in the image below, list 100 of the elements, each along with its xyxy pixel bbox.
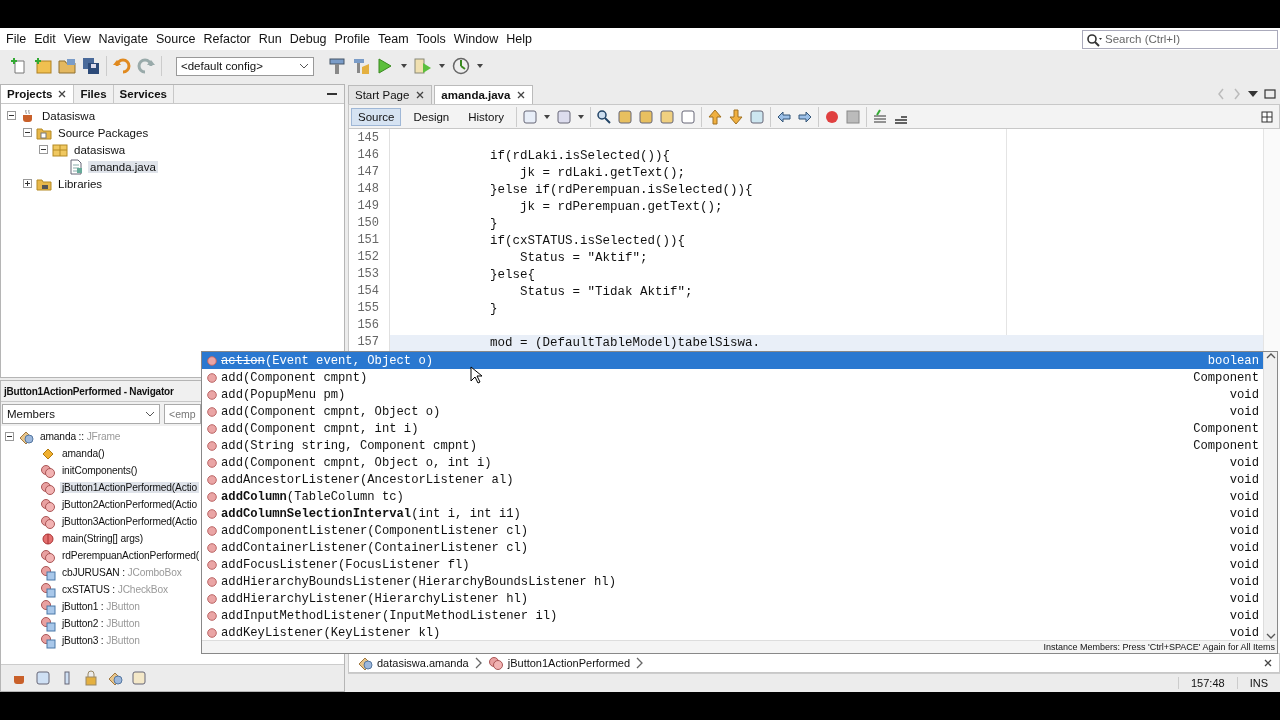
caret-icon[interactable] bbox=[543, 112, 552, 121]
menu-item[interactable]: Refactor bbox=[199, 32, 255, 46]
insert-mode: INS bbox=[1236, 677, 1280, 689]
dropdown-icon[interactable] bbox=[1248, 89, 1258, 99]
tree-item[interactable]: rdPerempuanActionPerformed( bbox=[60, 550, 201, 561]
gauge-icon[interactable] bbox=[452, 57, 470, 75]
collapse-icon[interactable] bbox=[23, 127, 32, 137]
magnifier-icon[interactable] bbox=[596, 108, 613, 125]
tree-item[interactable]: datasiswa bbox=[72, 143, 128, 156]
caret-icon[interactable] bbox=[400, 62, 408, 70]
tree-item[interactable]: jButton3ActionPerformed(Actio bbox=[60, 516, 199, 527]
run-icon[interactable] bbox=[376, 57, 394, 75]
record-icon[interactable] bbox=[824, 108, 841, 125]
completion-item[interactable]: addColumnSelectionInterval(int i, int i1) void bbox=[202, 505, 1263, 522]
caret-icon[interactable] bbox=[577, 112, 586, 121]
completion-item[interactable]: addContainerListener(ContainerListener cl) void bbox=[202, 539, 1263, 556]
breadcrumb-item[interactable]: datasiswa.amanda bbox=[377, 657, 469, 669]
save-icon[interactable] bbox=[82, 57, 100, 75]
tree-item[interactable]: cxSTATUS : JCheckBox bbox=[60, 584, 170, 595]
tree-item[interactable]: main(String[] args) bbox=[60, 533, 145, 544]
menu-item[interactable]: Profile bbox=[330, 32, 374, 46]
tree-item[interactable]: jButton3 : JButton bbox=[60, 635, 142, 646]
completion-item[interactable]: addInputMethodListener(InputMethodListener il) void bbox=[202, 607, 1263, 624]
completion-item[interactable]: add(Component cmpnt, Object o, int i) void bbox=[202, 454, 1263, 471]
completion-item[interactable]: addColumn(TableColumn tc) void bbox=[202, 488, 1263, 505]
tree-item[interactable]: amanda.java bbox=[88, 160, 158, 173]
arrow-up-icon[interactable] bbox=[707, 108, 724, 125]
close-icon[interactable] bbox=[57, 89, 68, 99]
hammer-broom-icon[interactable] bbox=[352, 57, 370, 75]
square-icon[interactable] bbox=[35, 670, 51, 686]
collapse-icon[interactable] bbox=[7, 110, 16, 120]
completion-item[interactable]: addKeyListener(KeyListener kl) void bbox=[202, 624, 1263, 641]
collapse-icon[interactable] bbox=[39, 144, 48, 154]
menu-item[interactable]: Edit bbox=[30, 32, 60, 46]
split-icon[interactable] bbox=[1261, 110, 1273, 123]
caret-icon[interactable] bbox=[438, 62, 446, 70]
config-dropdown[interactable]: <default config> bbox=[176, 56, 314, 76]
chevron-right-icon[interactable] bbox=[635, 657, 645, 669]
tree-item[interactable]: jButton2ActionPerformed(Actio bbox=[60, 499, 199, 510]
lock-icon[interactable] bbox=[83, 670, 99, 686]
tree-item[interactable]: jButton1ActionPerformed(Actio bbox=[60, 482, 199, 493]
tree-item[interactable]: Source Packages bbox=[56, 126, 151, 139]
tree-item[interactable]: jButton1 : JButton bbox=[60, 601, 142, 612]
menu-item[interactable]: Help bbox=[502, 32, 536, 46]
scroll-up-icon[interactable] bbox=[1265, 352, 1276, 360]
close-icon[interactable] bbox=[1263, 658, 1273, 668]
caret-icon[interactable] bbox=[476, 62, 484, 70]
completion-item[interactable]: addComponentListener(ComponentListener cl) void bbox=[202, 522, 1263, 539]
completion-item[interactable]: add(String string, Component cmpnt) Component bbox=[202, 437, 1263, 454]
arrow-down-icon[interactable] bbox=[728, 108, 745, 125]
close-icon[interactable] bbox=[516, 90, 527, 100]
close-icon[interactable] bbox=[415, 90, 426, 100]
view-tab[interactable]: History bbox=[461, 107, 512, 126]
tree-item[interactable]: amanda() bbox=[60, 448, 107, 459]
hammer-icon[interactable] bbox=[328, 57, 346, 75]
expand-icon[interactable] bbox=[23, 178, 32, 188]
completion-item[interactable]: addAncestorListener(AncestorListener al) void bbox=[202, 471, 1263, 488]
tree-item[interactable]: amanda :: JFrame bbox=[38, 431, 123, 442]
completion-item[interactable]: action(Event event, Object o) boolean bbox=[202, 352, 1263, 369]
completion-item[interactable]: addFocusListener(FocusListener fl) void bbox=[202, 556, 1263, 573]
maximize-icon[interactable] bbox=[1264, 89, 1276, 99]
menu-item[interactable]: Run bbox=[254, 32, 286, 46]
members-dropdown[interactable]: Members bbox=[2, 404, 160, 424]
tree-item[interactable]: Datasiswa bbox=[40, 109, 98, 122]
search-field[interactable]: Search (Ctrl+I) bbox=[1082, 29, 1278, 49]
menu-item[interactable]: Source bbox=[151, 32, 200, 46]
menu-item[interactable]: Tools bbox=[412, 32, 450, 46]
chevron-down-icon[interactable] bbox=[299, 62, 309, 70]
editor-tab[interactable]: Start Page bbox=[348, 85, 433, 104]
menu-item[interactable]: Navigate bbox=[94, 32, 152, 46]
completion-item[interactable]: add(Component cmpnt, int i) Component bbox=[202, 420, 1263, 437]
completion-item[interactable]: addHierarchyBoundsListener(HierarchyBoundsListener hl) void bbox=[202, 573, 1263, 590]
completion-item[interactable]: addHierarchyListener(HierarchyListener hl) void bbox=[202, 590, 1263, 607]
tree-item[interactable]: Libraries bbox=[56, 177, 105, 190]
scroll-down-icon[interactable] bbox=[1265, 632, 1276, 640]
breadcrumb-item[interactable]: jButton1ActionPerformed bbox=[507, 657, 631, 669]
filter-dropdown[interactable]: <emp bbox=[164, 404, 201, 424]
tree-item[interactable]: jButton2 : JButton bbox=[60, 618, 142, 629]
tree-item[interactable]: initComponents() bbox=[60, 465, 140, 476]
menu-item[interactable]: Debug bbox=[285, 32, 331, 46]
package-icon bbox=[52, 141, 68, 158]
menu-item[interactable]: View bbox=[59, 32, 95, 46]
editor-tab[interactable]: amanda.java bbox=[434, 85, 534, 104]
search-icon[interactable] bbox=[1086, 32, 1102, 47]
new-file-icon[interactable] bbox=[10, 57, 28, 75]
method-icon bbox=[40, 547, 56, 564]
new-project-icon[interactable] bbox=[34, 57, 52, 75]
line-number: 149 bbox=[356, 199, 380, 215]
chevron-down-icon[interactable] bbox=[145, 410, 155, 418]
view-tab[interactable]: Source bbox=[351, 107, 402, 126]
menu-item[interactable]: Window bbox=[449, 32, 503, 46]
tree-item[interactable]: cbJURUSAN : JComboBox bbox=[60, 567, 184, 578]
menu-item[interactable]: Team bbox=[374, 32, 413, 46]
chevron-right-icon[interactable] bbox=[473, 657, 483, 669]
view-tab[interactable]: Design bbox=[406, 107, 457, 126]
menu-item[interactable]: File bbox=[2, 32, 31, 46]
check-lines-icon[interactable] bbox=[872, 108, 889, 125]
collapse-icon[interactable] bbox=[5, 431, 14, 441]
panel-tab[interactable]: Projects bbox=[1, 85, 75, 103]
completion-item[interactable]: add(Component cmpnt, Object o) void bbox=[202, 403, 1263, 420]
